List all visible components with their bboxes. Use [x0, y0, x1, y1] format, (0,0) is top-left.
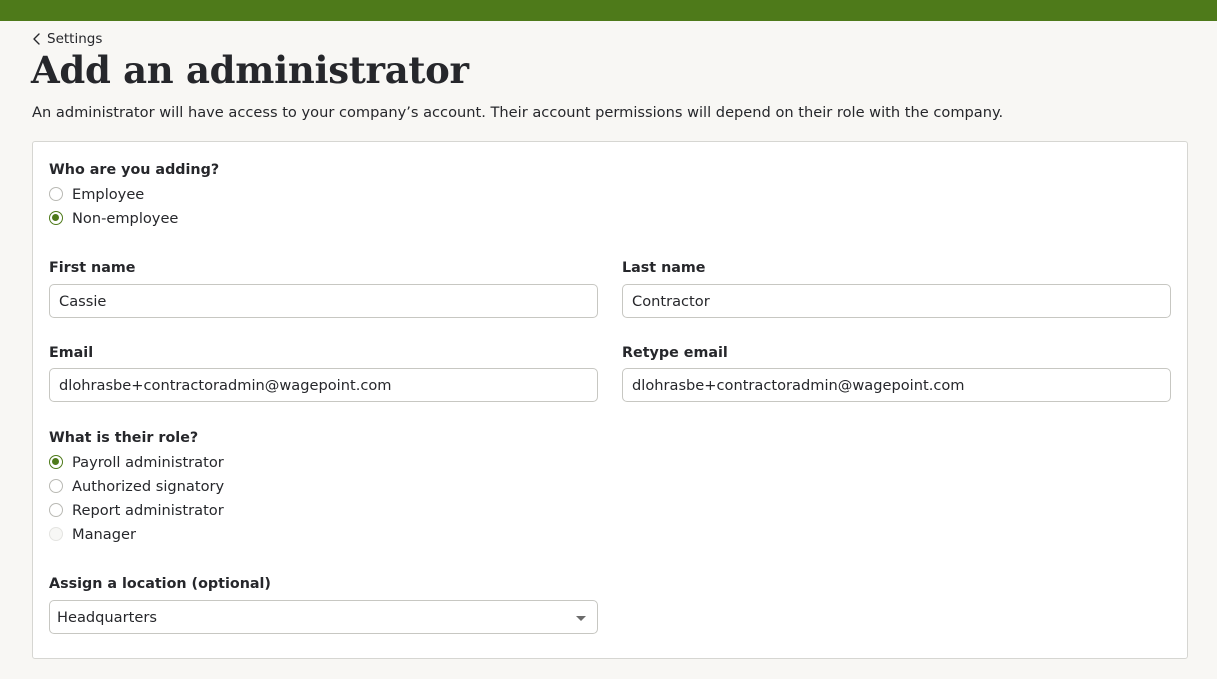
radio-authorized-signatory-label: Authorized signatory [72, 477, 225, 495]
chevron-left-icon [32, 33, 41, 45]
radio-report-administrator-label: Report administrator [72, 501, 224, 519]
radio-non-employee-label: Non-employee [72, 209, 179, 227]
last-name-input[interactable] [622, 284, 1171, 318]
location-select[interactable]: Headquarters [49, 600, 598, 634]
caret-down-icon [576, 616, 586, 621]
first-name-input[interactable] [49, 284, 598, 318]
email-input[interactable] [49, 368, 598, 402]
radio-manager-circle [49, 527, 63, 541]
retype-email-input[interactable] [622, 368, 1171, 402]
radio-employee[interactable]: Employee [49, 185, 144, 203]
last-name-label: Last name [622, 260, 706, 276]
back-link-label: Settings [47, 31, 103, 47]
radio-employee-circle[interactable] [49, 187, 63, 201]
add-administrator-form: Who are you adding? Employee Non-employe… [32, 141, 1188, 659]
location-select-value: Headquarters [57, 608, 157, 626]
email-label: Email [49, 345, 94, 361]
radio-payroll-administrator[interactable]: Payroll administrator [49, 453, 224, 471]
page-description: An administrator will have access to you… [32, 104, 1004, 121]
radio-non-employee[interactable]: Non-employee [49, 209, 178, 227]
radio-authorized-signatory[interactable]: Authorized signatory [49, 477, 224, 495]
first-name-label: First name [49, 260, 136, 276]
radio-employee-label: Employee [72, 185, 145, 203]
who-adding-label: Who are you adding? [49, 162, 220, 178]
radio-non-employee-circle[interactable] [49, 211, 63, 225]
back-to-settings-link[interactable]: Settings [32, 31, 102, 47]
radio-manager: Manager [49, 525, 136, 543]
radio-payroll-administrator-circle[interactable] [49, 455, 63, 469]
radio-report-administrator-circle[interactable] [49, 503, 63, 517]
radio-payroll-administrator-label: Payroll administrator [72, 453, 224, 471]
radio-authorized-signatory-circle[interactable] [49, 479, 63, 493]
retype-email-label: Retype email [622, 345, 728, 361]
radio-manager-label: Manager [72, 525, 136, 543]
location-label: Assign a location (optional) [49, 576, 271, 592]
top-brand-bar [0, 0, 1217, 21]
role-label: What is their role? [49, 430, 199, 446]
page-title: Add an administrator [31, 48, 469, 92]
radio-report-administrator[interactable]: Report administrator [49, 501, 224, 519]
